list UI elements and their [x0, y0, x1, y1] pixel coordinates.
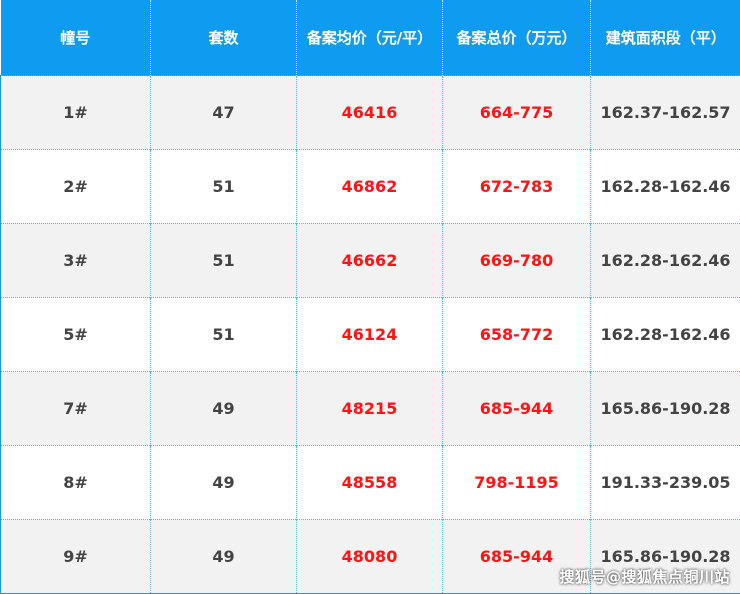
table-row: 5# 51 46124 658-772 162.28-162.46: [1, 298, 740, 372]
cell-total-price: 672-783: [443, 150, 591, 224]
cell-area: 162.28-162.46: [591, 224, 740, 298]
cell-building: 5#: [1, 298, 151, 372]
cell-building: 3#: [1, 224, 151, 298]
cell-units: 49: [151, 372, 297, 446]
cell-avg-price: 48080: [297, 520, 443, 594]
header-avg-price: 备案均价（元/平）: [297, 0, 443, 76]
cell-avg-price: 46124: [297, 298, 443, 372]
cell-building: 2#: [1, 150, 151, 224]
header-units: 套数: [151, 0, 297, 76]
table-row: 8# 49 48558 798-1195 191.33-239.05: [1, 446, 740, 520]
cell-avg-price: 48215: [297, 372, 443, 446]
cell-area: 165.86-190.28: [591, 372, 740, 446]
cell-area: 162.28-162.46: [591, 298, 740, 372]
table-header: 幢号 套数 备案均价（元/平） 备案总价（万元） 建筑面积段（平）: [1, 0, 740, 76]
cell-units: 47: [151, 76, 297, 150]
cell-area: 191.33-239.05: [591, 446, 740, 520]
cell-building: 9#: [1, 520, 151, 594]
table-body: 1# 47 46416 664-775 162.37-162.57 2# 51 …: [1, 76, 740, 594]
table-row: 1# 47 46416 664-775 162.37-162.57: [1, 76, 740, 150]
table-row: 3# 51 46662 669-780 162.28-162.46: [1, 224, 740, 298]
cell-avg-price: 48558: [297, 446, 443, 520]
header-total-price: 备案总价（万元）: [443, 0, 591, 76]
cell-units: 49: [151, 520, 297, 594]
cell-total-price: 685-944: [443, 372, 591, 446]
table-row: 2# 51 46862 672-783 162.28-162.46: [1, 150, 740, 224]
cell-building: 1#: [1, 76, 151, 150]
cell-area: 162.37-162.57: [591, 76, 740, 150]
cell-units: 51: [151, 224, 297, 298]
cell-building: 8#: [1, 446, 151, 520]
table-row: 7# 49 48215 685-944 165.86-190.28: [1, 372, 740, 446]
cell-units: 51: [151, 298, 297, 372]
cell-avg-price: 46662: [297, 224, 443, 298]
cell-units: 49: [151, 446, 297, 520]
header-area: 建筑面积段（平）: [591, 0, 740, 76]
cell-area: 162.28-162.46: [591, 150, 740, 224]
header-building: 幢号: [1, 0, 151, 76]
cell-avg-price: 46862: [297, 150, 443, 224]
header-row: 幢号 套数 备案均价（元/平） 备案总价（万元） 建筑面积段（平）: [1, 0, 740, 76]
cell-total-price: 669-780: [443, 224, 591, 298]
cell-building: 7#: [1, 372, 151, 446]
cell-total-price: 664-775: [443, 76, 591, 150]
cell-total-price: 798-1195: [443, 446, 591, 520]
cell-total-price: 658-772: [443, 298, 591, 372]
watermark: 搜狐号@搜狐焦点铜川站: [559, 566, 730, 587]
price-table: 幢号 套数 备案均价（元/平） 备案总价（万元） 建筑面积段（平） 1# 47 …: [0, 0, 740, 594]
cell-avg-price: 46416: [297, 76, 443, 150]
cell-units: 51: [151, 150, 297, 224]
